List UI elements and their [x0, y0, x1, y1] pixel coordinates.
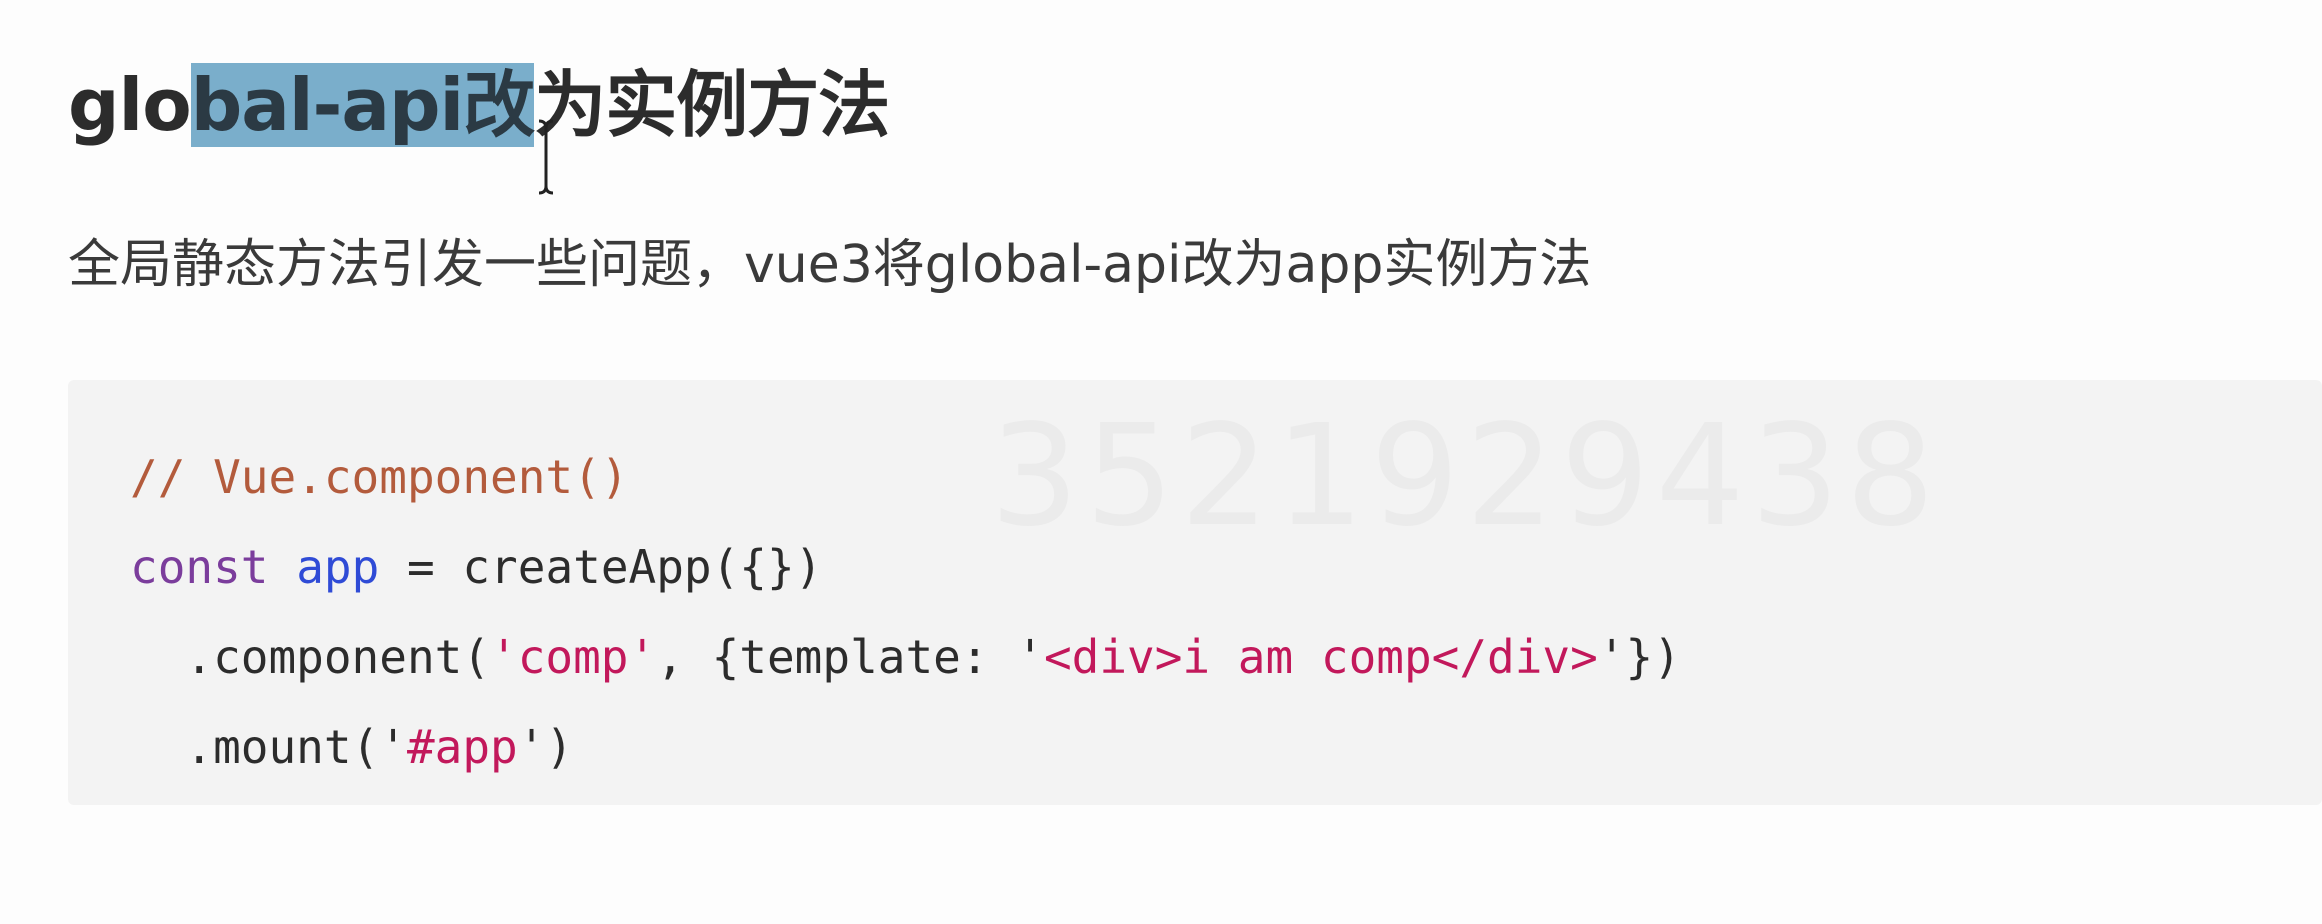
section-heading: global-api改为实例方法 — [68, 50, 890, 160]
code-string: 'comp' — [490, 630, 657, 684]
code-quote: ' — [379, 720, 407, 774]
text-cursor-icon — [538, 119, 554, 195]
code-text: .component( — [130, 630, 491, 684]
code-text: = createApp({}) — [379, 540, 823, 594]
code-keyword: const — [130, 540, 269, 594]
code-quote: ' — [1597, 630, 1626, 684]
heading-text-selection: bal-api改 — [190, 63, 535, 147]
code-quote: ' — [1016, 630, 1044, 684]
document-page: global-api改为实例方法 全局静态方法引发一些问题，vue3将globa… — [0, 0, 2322, 924]
code-string: #app — [406, 720, 518, 774]
code-text: .mount( — [130, 720, 380, 774]
code-string: <div>i am comp</div> — [1043, 630, 1598, 684]
code-text: }) — [1625, 630, 1681, 684]
code-text: ) — [545, 720, 574, 774]
code-comment: // Vue.component() — [130, 450, 629, 504]
heading-text-before: glo — [68, 63, 192, 147]
heading-text-after: 为实例方法 — [534, 63, 890, 147]
code-content: // Vue.component() const app = createApp… — [130, 432, 1681, 792]
section-description: 全局静态方法引发一些问题，vue3将global-api改为app实例方法 — [68, 235, 1592, 295]
code-block: 3521929438 // Vue.component() const app … — [68, 380, 2322, 805]
code-text: , {template: — [656, 630, 1017, 684]
code-variable: app — [296, 540, 380, 594]
code-quote: ' — [517, 720, 546, 774]
